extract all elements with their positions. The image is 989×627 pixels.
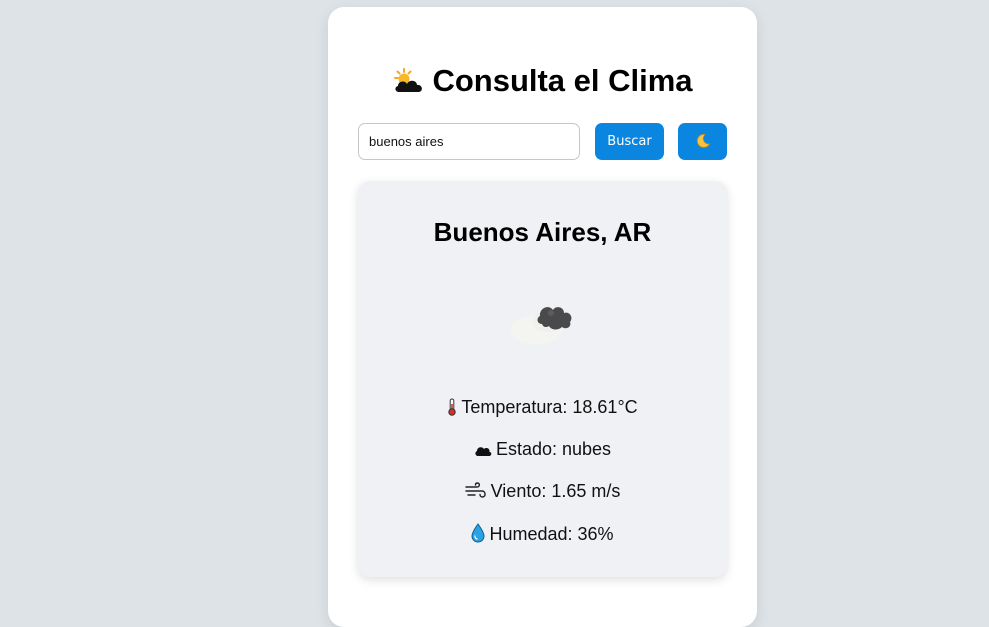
page-title-text: Consulta el Clima	[432, 63, 693, 98]
thermometer-icon	[447, 398, 457, 421]
temperature-text: Temperatura: 18.61°C	[461, 397, 638, 417]
cloud-icon	[474, 442, 492, 463]
theme-toggle-button[interactable]	[678, 123, 727, 160]
city-search-input[interactable]	[358, 123, 580, 160]
humidity-row: Humedad: 36%	[358, 523, 727, 548]
page-title: Consulta el Clima	[328, 63, 757, 102]
search-button[interactable]: Buscar	[595, 123, 664, 160]
weather-result-panel: Buenos Aires, AR Temperatura: 18.61°C Es…	[358, 181, 727, 577]
wind-icon	[464, 482, 487, 505]
city-name: Buenos Aires, AR	[433, 217, 652, 247]
dark-clouds-icon	[506, 286, 582, 352]
crescent-moon-icon	[695, 134, 711, 150]
search-bar: Buscar	[358, 123, 727, 160]
condition-text: Estado: nubes	[495, 439, 612, 459]
temperature-row: Temperatura: 18.61°C	[358, 397, 727, 421]
sun-behind-cloud-icon	[392, 66, 426, 102]
humidity-text: Humedad: 36%	[489, 524, 614, 544]
wind-row: Viento: 1.65 m/s	[358, 481, 727, 505]
condition-row: Estado: nubes	[358, 439, 727, 463]
droplet-icon	[471, 523, 485, 548]
weather-app-card: Consulta el Clima Buscar Buenos Aires, A…	[328, 7, 757, 627]
wind-text: Viento: 1.65 m/s	[490, 481, 621, 501]
